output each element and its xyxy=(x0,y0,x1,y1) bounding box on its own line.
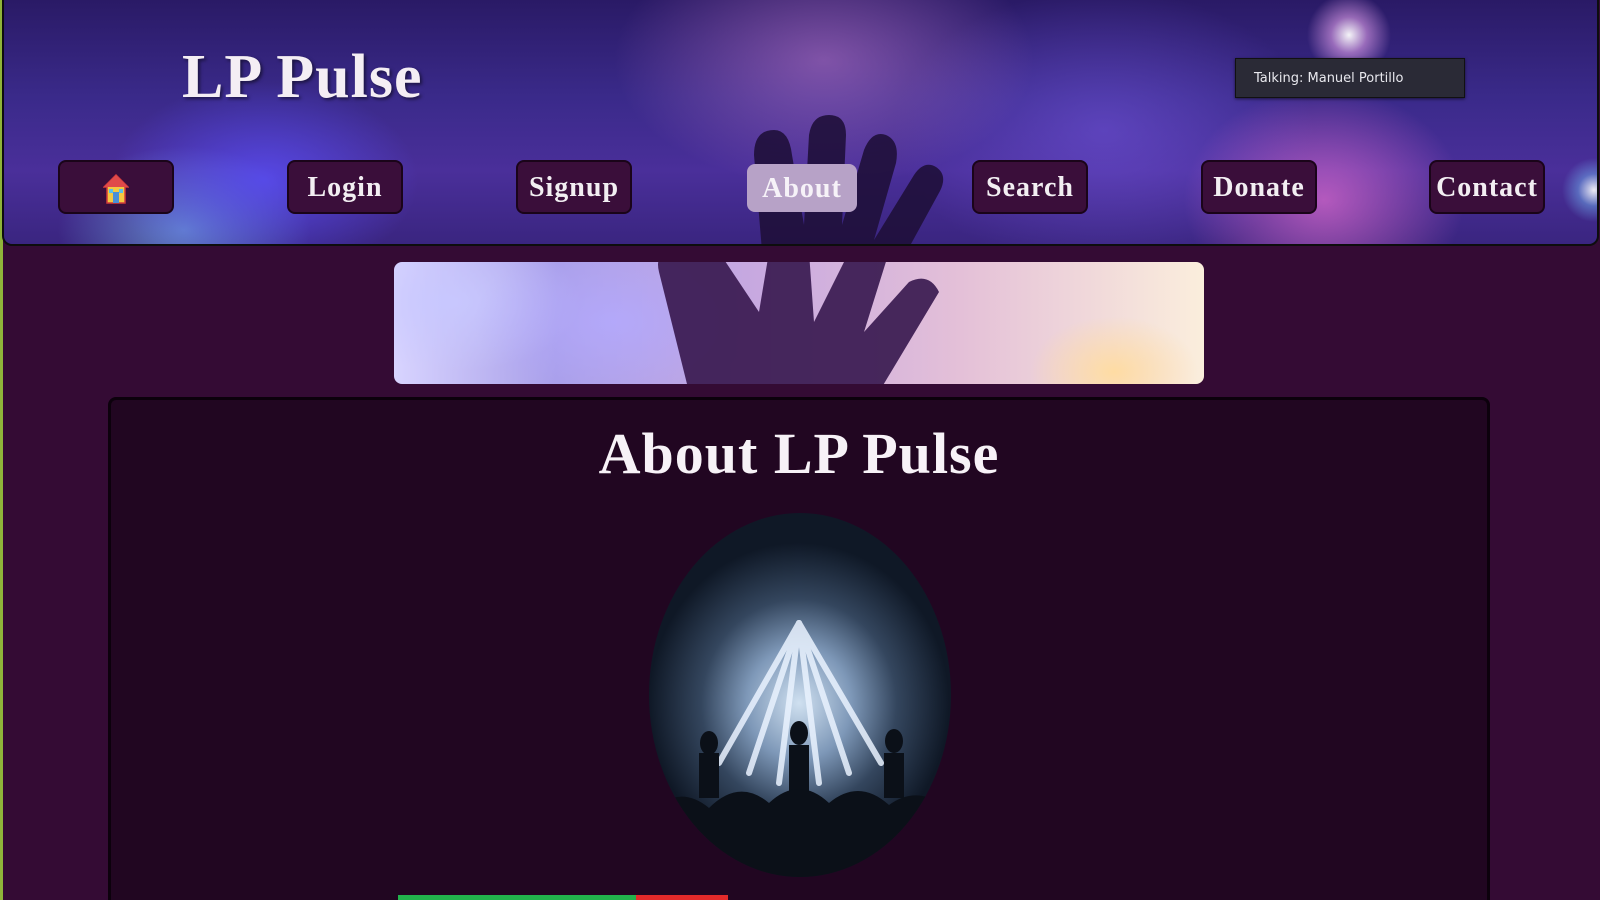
status-progress-bar xyxy=(398,895,728,900)
banner-hand-silhouette xyxy=(658,262,939,384)
hero-banner-image xyxy=(394,262,1204,384)
concert-illustration xyxy=(649,620,951,877)
nav-donate-button[interactable]: Donate xyxy=(1201,160,1317,214)
house-icon xyxy=(103,174,129,204)
nav-login-button[interactable]: Login xyxy=(287,160,403,214)
status-bar-red-segment xyxy=(636,895,728,900)
concert-photo xyxy=(649,513,951,877)
nav-signup-button[interactable]: Signup xyxy=(516,160,632,214)
status-bar-green-segment xyxy=(398,895,636,900)
nav-search-button[interactable]: Search xyxy=(972,160,1088,214)
about-heading: About LP Pulse xyxy=(598,421,1000,486)
site-title: LP Pulse xyxy=(182,43,423,111)
talking-status: Talking: Manuel Portillo xyxy=(1235,58,1465,98)
page: LP Pulse Talking: Manuel Portillo Login … xyxy=(0,0,1600,900)
nav-about-button[interactable]: About xyxy=(747,164,857,212)
nav-home-button[interactable] xyxy=(58,160,174,214)
nav-contact-button[interactable]: Contact xyxy=(1429,160,1545,214)
header: LP Pulse Talking: Manuel Portillo Login … xyxy=(2,0,1599,246)
about-panel: About LP Pulse xyxy=(108,397,1490,900)
